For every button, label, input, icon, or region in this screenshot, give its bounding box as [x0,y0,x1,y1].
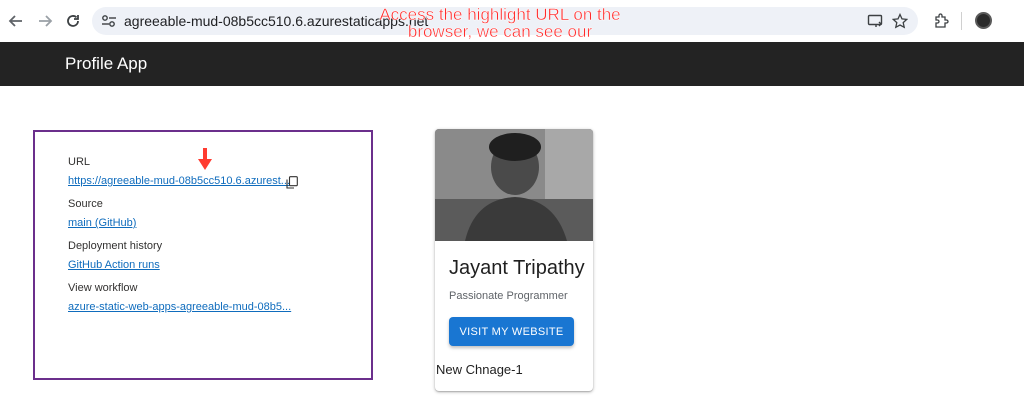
url-label: URL [68,156,91,168]
copy-icon[interactable] [286,176,298,189]
toolbar-divider [961,12,962,30]
site-info-icon[interactable] [100,13,118,29]
visit-website-button[interactable]: VISIT MY WEBSITE [449,317,574,346]
arrow-down-icon [198,148,212,170]
bookmark-star-icon[interactable] [891,12,909,29]
azure-overview-panel: URL https://agreeable-mud-08b5cc510.6.az… [33,130,373,380]
back-icon[interactable] [6,11,26,31]
extensions-icon[interactable] [931,11,951,31]
profile-name: Jayant Tripathy [449,257,585,279]
app-header: Profile App [0,42,1024,86]
source-label: Source [68,198,103,210]
source-link[interactable]: main (GitHub) [68,217,136,229]
cast-icon[interactable] [867,13,883,29]
profile-footer-text: New Chnage-1 [436,362,523,377]
profile-subtitle: Passionate Programmer [449,290,568,302]
reload-icon[interactable] [63,11,83,31]
forward-icon[interactable] [35,11,55,31]
app-url-link[interactable]: https://agreeable-mud-08b5cc510.6.azures… [68,175,290,187]
profile-avatar[interactable] [975,12,992,29]
profile-photo [435,129,593,241]
deployment-history-label: Deployment history [68,240,163,252]
view-workflow-label: View workflow [68,282,138,294]
profile-card: Jayant Tripathy Passionate Programmer VI… [435,129,593,391]
workflow-link[interactable]: azure-static-web-apps-agreeable-mud-08b5… [68,301,291,313]
app-title: Profile App [65,54,148,73]
github-action-runs-link[interactable]: GitHub Action runs [68,259,160,271]
